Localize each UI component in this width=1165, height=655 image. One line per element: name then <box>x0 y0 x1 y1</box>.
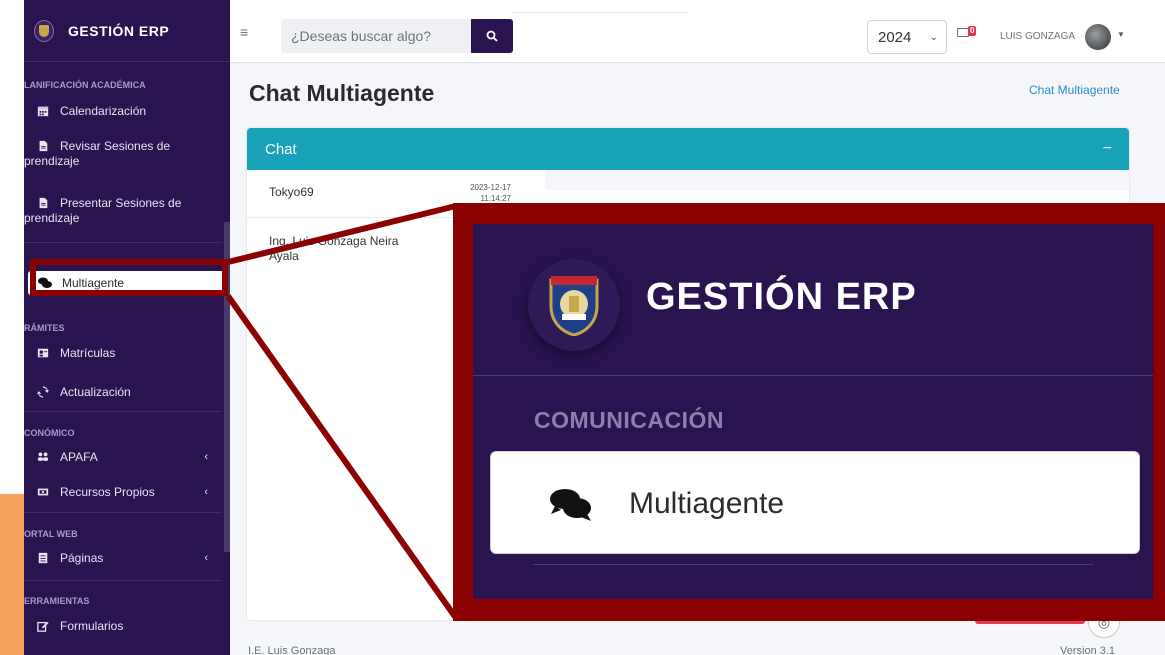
sidebar-item-revisar-sesiones[interactable]: Revisar Sesiones de prendizaje <box>24 138 224 168</box>
chevron-left-icon: ‹ <box>204 486 208 498</box>
mail-badge: 0 <box>968 26 977 36</box>
contact-name: Tokyo69 <box>269 185 314 199</box>
section-planificacion: LANIFICACIÓN ACADÉMICA <box>24 80 146 90</box>
file-icon <box>39 140 48 152</box>
sidebar-item-label: Matrículas <box>60 346 116 360</box>
section-portal-web: ORTAL WEB <box>24 529 78 539</box>
sidebar-item-label: Actualización <box>60 385 131 399</box>
sidebar-item-actualizacion[interactable]: Actualización <box>24 380 131 404</box>
zoom-panel-content: GESTIÓN ERP COMUNICACIÓN Multiagente <box>473 224 1153 599</box>
hamburger-menu-icon[interactable]: ≡ <box>240 24 248 40</box>
zoom-brand-name: GESTIÓN ERP <box>646 276 917 318</box>
highlight-box <box>30 259 228 296</box>
search-icon <box>486 30 498 42</box>
topbar: ≡ ¿Deseas buscar algo? 2024 ⌄ 0 LUIS GON… <box>230 0 1165 63</box>
zoom-divider <box>533 564 1093 565</box>
school-crest-icon <box>528 259 620 351</box>
year-select[interactable]: 2024 ⌄ <box>867 20 947 54</box>
sidebar-item-label-line2: prendizaje <box>24 211 80 225</box>
sidebar-item-label: APAFA <box>60 450 98 464</box>
page-title: Chat Multiagente <box>249 80 435 106</box>
money-icon <box>37 488 49 496</box>
sidebar-divider <box>24 580 222 581</box>
section-economico: CONÓMICO <box>24 428 75 438</box>
year-value: 2024 <box>878 28 912 46</box>
top-divider <box>513 12 688 13</box>
search-input[interactable]: ¿Deseas buscar algo? <box>281 19 471 53</box>
sidebar-item-calendarizacion[interactable]: Calendarización <box>24 99 146 123</box>
sidebar-item-label: Recursos Propios <box>60 485 155 499</box>
sidebar-divider <box>24 242 222 243</box>
chat-card-header: Chat − <box>247 128 1129 170</box>
sidebar-item-label: Calendarización <box>60 104 147 118</box>
calendar-icon <box>37 106 49 117</box>
sidebar-item-presentar-sesiones[interactable]: Presentar Sesiones de prendizaje <box>24 195 224 225</box>
search-button[interactable] <box>471 19 513 53</box>
sidebar-brand[interactable]: GESTIÓN ERP <box>24 0 230 62</box>
sidebar-item-label-line2: prendizaje <box>24 154 80 168</box>
user-name[interactable]: LUIS GONZAGA <box>1000 31 1075 42</box>
zoom-item-label: Multiagente <box>629 487 785 520</box>
sidebar: GESTIÓN ERP LANIFICACIÓN ACADÉMICA Calen… <box>24 0 230 655</box>
zoom-section-comunicacion: COMUNICACIÓN <box>534 407 724 433</box>
page-icon <box>38 552 48 564</box>
sidebar-item-label: Páginas <box>60 551 104 565</box>
section-tramites: RÁMITES <box>24 323 65 333</box>
chevron-left-icon: ‹ <box>204 552 208 564</box>
chat-card-title: Chat <box>265 140 297 158</box>
breadcrumb[interactable]: Chat Multiagente <box>1029 83 1120 97</box>
left-margin <box>0 0 24 494</box>
chevron-down-icon: ⌄ <box>929 31 938 43</box>
sidebar-item-paginas[interactable]: Páginas ‹ <box>24 546 224 570</box>
sidebar-divider <box>24 512 222 513</box>
contact-name: Ing. Luis Gonzaga Neira Ayala <box>269 234 399 263</box>
footer-left: I.E. Luis Gonzaga <box>248 645 336 655</box>
edit-icon <box>37 621 49 632</box>
chat-messages-header <box>545 170 1129 190</box>
brand-name: GESTIÓN ERP <box>68 22 170 39</box>
avatar[interactable] <box>1085 24 1111 50</box>
school-logo-icon <box>34 19 54 42</box>
contact-date: 2023-12-17 11:14:27 <box>470 183 511 203</box>
collapse-button[interactable]: − <box>1103 140 1112 158</box>
file-icon <box>39 197 48 209</box>
sidebar-item-matriculas[interactable]: Matrículas <box>24 341 115 365</box>
sidebar-item-formularios[interactable]: Formularios <box>24 614 123 638</box>
id-card-icon <box>37 348 49 358</box>
sidebar-item-recursos-propios[interactable]: Recursos Propios ‹ <box>24 480 224 504</box>
sidebar-item-apafa[interactable]: APAFA ‹ <box>24 445 224 469</box>
footer-right: Version 3.1 <box>1060 645 1116 655</box>
screenshot-stage: GESTIÓN ERP LANIFICACIÓN ACADÉMICA Calen… <box>0 0 1165 655</box>
chevron-left-icon: ‹ <box>204 451 208 463</box>
sidebar-item-label: Revisar Sesiones de <box>60 139 171 153</box>
sidebar-item-label: Formularios <box>60 619 124 633</box>
caret-down-icon[interactable]: ▼ <box>1117 30 1125 39</box>
users-icon <box>37 452 49 461</box>
section-herramientas: ERRAMIENTAS <box>24 596 90 606</box>
zoom-item-multiagente[interactable]: Multiagente <box>490 451 1140 554</box>
sync-icon <box>37 386 49 398</box>
comments-icon <box>550 489 591 521</box>
sidebar-item-label: Presentar Sesiones de <box>60 196 182 210</box>
sidebar-divider <box>24 411 222 412</box>
zoom-brand: GESTIÓN ERP <box>473 224 1153 376</box>
